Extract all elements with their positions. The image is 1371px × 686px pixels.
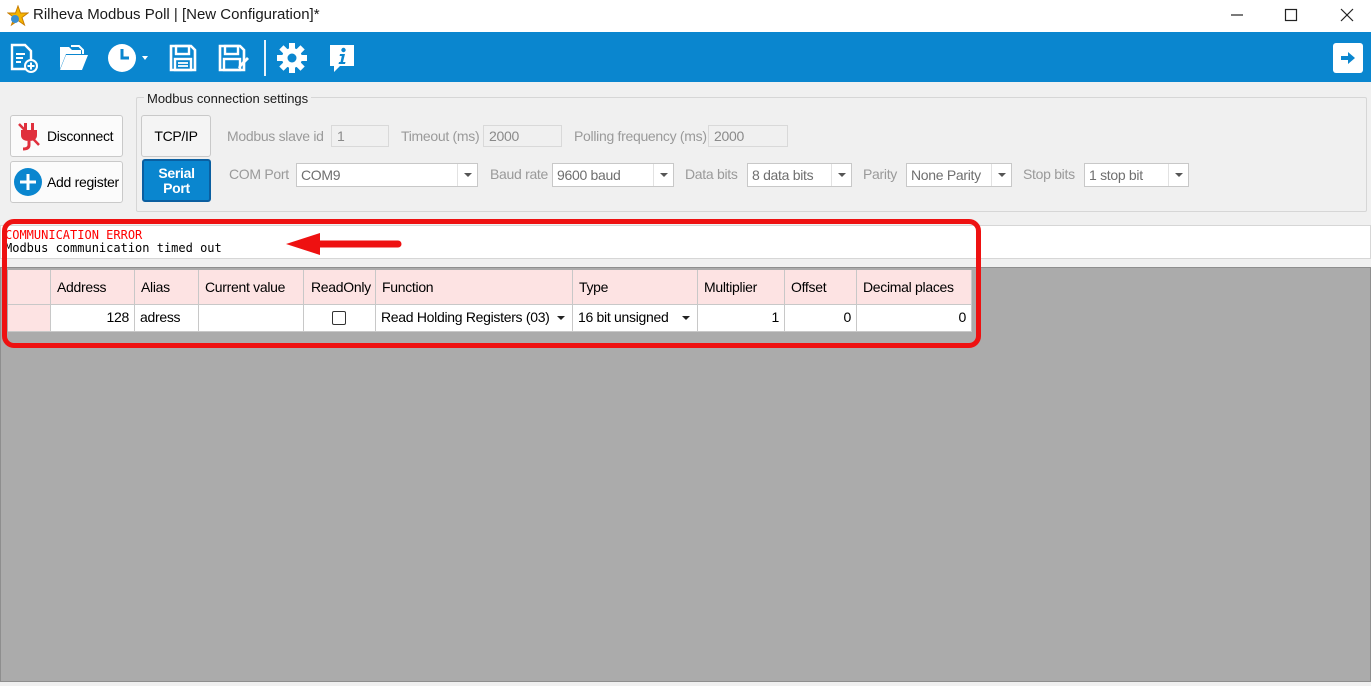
- cell-offset[interactable]: 0: [785, 305, 857, 332]
- save-button[interactable]: [166, 41, 200, 75]
- close-button[interactable]: [1319, 0, 1371, 30]
- unplug-icon: [18, 123, 40, 151]
- timeout-field[interactable]: 2000: [483, 125, 562, 147]
- settings-button[interactable]: [275, 41, 309, 75]
- row-header[interactable]: [8, 305, 51, 332]
- clock-icon: [108, 44, 136, 72]
- slave-id-label: Modbus slave id: [227, 128, 324, 144]
- open-configuration-button[interactable]: [56, 41, 90, 75]
- column-header-function[interactable]: Function: [376, 270, 573, 305]
- data-bits-select[interactable]: 8 data bits: [747, 163, 852, 187]
- cell-readonly[interactable]: [304, 305, 376, 332]
- column-header-type[interactable]: Type: [573, 270, 698, 305]
- polling-frequency-label: Polling frequency (ms): [574, 128, 707, 144]
- title-bar: Rilheva Modbus Poll | [New Configuration…: [0, 0, 1371, 32]
- new-file-icon: [10, 43, 38, 73]
- gear-icon: [277, 43, 307, 73]
- baud-rate-label: Baud rate: [490, 166, 549, 182]
- window-title: Rilheva Modbus Poll | [New Configuration…: [33, 6, 320, 23]
- toolbar: [0, 32, 1371, 82]
- tcpip-label: TCP/IP: [154, 128, 198, 144]
- exit-button[interactable]: [1333, 43, 1363, 73]
- stop-bits-label: Stop bits: [1023, 166, 1075, 182]
- add-circle-icon: [14, 168, 42, 196]
- parity-label: Parity: [863, 166, 897, 182]
- type-value: 16 bit unsigned: [578, 309, 669, 325]
- toolbar-separator: [264, 40, 266, 76]
- cell-address[interactable]: 128: [51, 305, 135, 332]
- history-dropdown-button[interactable]: [106, 41, 154, 75]
- chevron-down-icon[interactable]: [552, 309, 570, 327]
- column-header-multiplier[interactable]: Multiplier: [698, 270, 785, 305]
- cell-decimal-places[interactable]: 0: [857, 305, 972, 332]
- timeout-label: Timeout (ms): [401, 128, 480, 144]
- baud-rate-value: 9600 baud: [557, 167, 621, 183]
- parity-value: None Parity: [911, 167, 981, 183]
- minimize-button[interactable]: [1209, 0, 1265, 30]
- maximize-button[interactable]: [1263, 0, 1319, 30]
- register-table: Address Alias Current value ReadOnly Fun…: [8, 270, 972, 332]
- cell-type[interactable]: 16 bit unsigned: [573, 305, 698, 332]
- polling-frequency-field[interactable]: 2000: [708, 125, 788, 147]
- column-header-alias[interactable]: Alias: [135, 270, 199, 305]
- cell-multiplier[interactable]: 1: [698, 305, 785, 332]
- new-configuration-button[interactable]: [6, 41, 40, 75]
- app-logo-icon: [7, 5, 29, 27]
- baud-rate-select[interactable]: 9600 baud: [552, 163, 674, 187]
- save-as-icon: [218, 44, 249, 72]
- chevron-down-icon: [457, 164, 477, 186]
- save-icon: [169, 44, 197, 72]
- cell-current-value[interactable]: [199, 305, 304, 332]
- row-header-corner: [8, 270, 51, 305]
- chevron-down-icon: [831, 164, 851, 186]
- add-register-label: Add register: [47, 174, 119, 190]
- minimize-icon: [1231, 14, 1243, 16]
- disconnect-button[interactable]: Disconnect: [10, 115, 123, 157]
- data-bits-value: 8 data bits: [752, 167, 814, 183]
- add-register-button[interactable]: Add register: [10, 161, 123, 203]
- status-message-box[interactable]: COMMUNICATION ERROR Modbus communication…: [0, 225, 1371, 259]
- stop-bits-value: 1 stop bit: [1089, 167, 1143, 183]
- chevron-down-icon[interactable]: [677, 309, 695, 327]
- close-icon: [1340, 8, 1354, 22]
- cell-function[interactable]: Read Holding Registers (03): [376, 305, 573, 332]
- column-header-decimal-places[interactable]: Decimal places: [857, 270, 972, 305]
- error-message: Modbus communication timed out: [5, 241, 222, 255]
- connection-settings-title: Modbus connection settings: [144, 91, 312, 106]
- maximize-icon: [1284, 8, 1298, 22]
- cell-alias[interactable]: adress: [135, 305, 199, 332]
- com-port-select[interactable]: COM9: [296, 163, 478, 187]
- stop-bits-select[interactable]: 1 stop bit: [1084, 163, 1189, 187]
- open-folder-icon: [60, 45, 88, 70]
- chevron-down-icon: [653, 164, 673, 186]
- readonly-checkbox[interactable]: [332, 311, 346, 325]
- chevron-down-icon: [991, 164, 1011, 186]
- chevron-down-icon: [1168, 164, 1188, 186]
- function-value: Read Holding Registers (03): [381, 309, 550, 325]
- column-header-address[interactable]: Address: [51, 270, 135, 305]
- column-header-offset[interactable]: Offset: [785, 270, 857, 305]
- connection-settings-group: [136, 97, 1367, 212]
- column-header-current-value[interactable]: Current value: [199, 270, 304, 305]
- serial-port-mode-button[interactable]: Serial Port: [142, 159, 211, 202]
- exit-icon: [1341, 52, 1355, 64]
- data-bits-label: Data bits: [685, 166, 738, 182]
- parity-select[interactable]: None Parity: [906, 163, 1012, 187]
- tcpip-mode-button[interactable]: TCP/IP: [141, 115, 211, 157]
- com-port-value: COM9: [301, 167, 341, 183]
- about-button[interactable]: [325, 41, 359, 75]
- serial-port-label: Serial Port: [158, 164, 195, 196]
- column-header-readonly[interactable]: ReadOnly: [304, 270, 376, 305]
- save-as-button[interactable]: [216, 41, 250, 75]
- disconnect-label: Disconnect: [47, 128, 114, 144]
- info-icon: [330, 45, 354, 72]
- slave-id-field[interactable]: 1: [331, 125, 389, 147]
- com-port-label: COM Port: [229, 166, 289, 182]
- chevron-down-icon: [142, 56, 148, 60]
